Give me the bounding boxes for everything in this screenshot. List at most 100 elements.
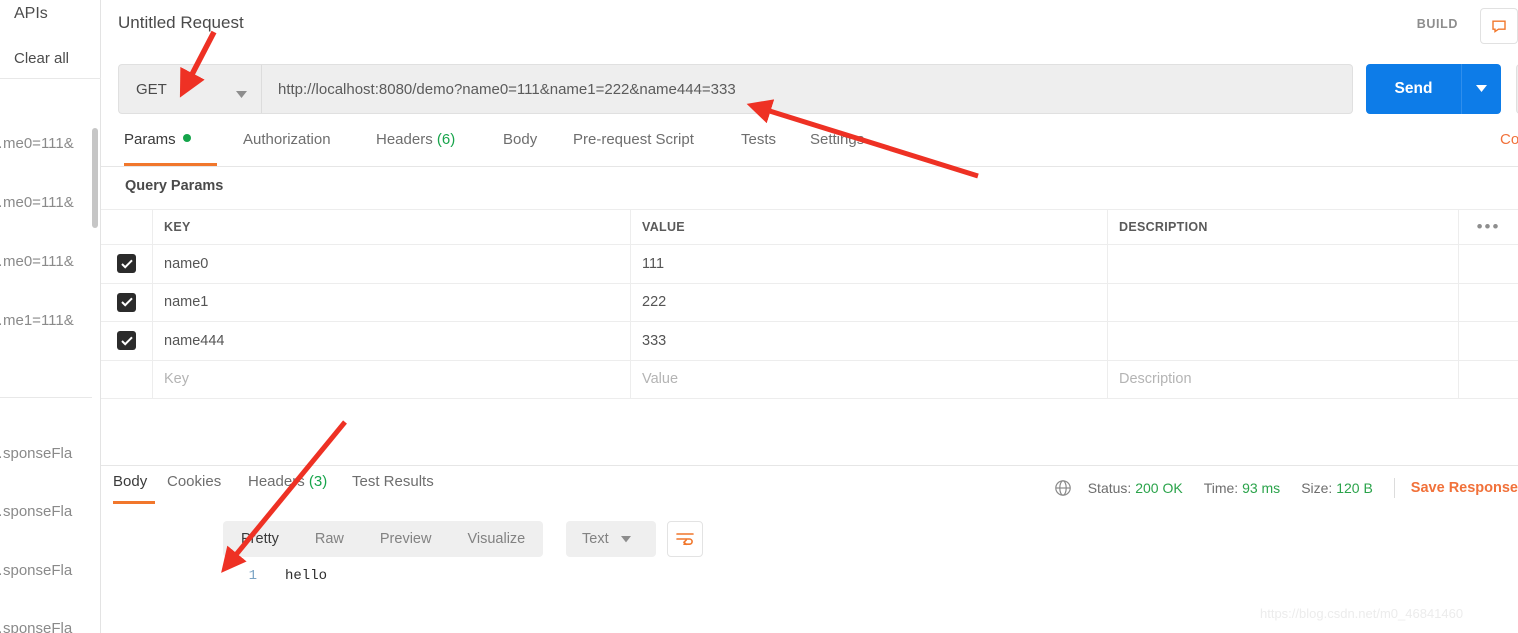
response-tab-test-results[interactable]: Test Results bbox=[352, 473, 434, 490]
new-value-input[interactable]: Value bbox=[631, 360, 1108, 398]
size-label: Size: bbox=[1301, 480, 1333, 496]
response-body-code[interactable]: 1 hello bbox=[223, 568, 1123, 584]
new-key-input[interactable]: Key bbox=[153, 360, 631, 398]
globe-icon[interactable] bbox=[1054, 479, 1072, 497]
row-checkbox-cell[interactable] bbox=[101, 245, 153, 283]
query-params-table: KEY VALUE DESCRIPTION ••• name0 111 name… bbox=[101, 209, 1518, 399]
row-key[interactable]: name0 bbox=[153, 245, 631, 283]
request-tabs: Params Authorization Headers (6) Body Pr… bbox=[118, 131, 1518, 166]
table-row: name444 333 bbox=[101, 322, 1518, 361]
row-checkbox-cell[interactable] bbox=[101, 360, 153, 398]
row-key[interactable]: name1 bbox=[153, 283, 631, 321]
row-actions bbox=[1458, 322, 1518, 360]
response-tab-cookies-label: Cookies bbox=[167, 473, 222, 490]
comment-icon[interactable] bbox=[1480, 8, 1518, 44]
row-description[interactable] bbox=[1108, 284, 1458, 322]
row-checkbox-cell[interactable] bbox=[101, 322, 153, 360]
row-key[interactable]: name444 bbox=[153, 322, 631, 360]
code-line: 1 hello bbox=[223, 568, 1123, 584]
tab-pre-request-script[interactable]: Pre-request Script bbox=[573, 131, 694, 166]
sidebar-item-label: …me0=111& bbox=[0, 134, 74, 152]
row-checkbox-cell[interactable] bbox=[101, 283, 153, 321]
response-tab-headers-count: (3) bbox=[308, 473, 328, 490]
tab-settings[interactable]: Settings bbox=[810, 131, 864, 166]
row-value[interactable]: 222 bbox=[631, 283, 1108, 321]
http-method-select[interactable]: GET bbox=[118, 64, 261, 114]
sidebar-scrollbar[interactable] bbox=[92, 128, 98, 228]
sidebar-item-label: …sponseFla bbox=[0, 619, 73, 633]
list-item[interactable]: …me0=111& bbox=[0, 182, 101, 222]
sidebar-item-label: …me0=111& bbox=[0, 193, 74, 211]
format-pretty-button[interactable]: Pretty bbox=[223, 531, 297, 547]
tab-body-label: Body bbox=[503, 131, 538, 148]
sidebar-item-label: …sponseFla bbox=[0, 561, 73, 579]
sidebar-item-label: …me1=111& bbox=[0, 311, 74, 329]
save-response-button[interactable]: Save Response bbox=[1411, 480, 1518, 496]
send-options-chevron-down-icon[interactable] bbox=[1461, 64, 1501, 114]
sidebar-apis-label[interactable]: APIs bbox=[14, 5, 48, 23]
list-item[interactable]: …me0=111& bbox=[0, 241, 101, 281]
list-item[interactable]: …me0=111& bbox=[0, 123, 101, 163]
list-item[interactable]: …sponseFla bbox=[0, 491, 101, 531]
build-mode-label: BUILD bbox=[1416, 17, 1458, 31]
response-tab-test-results-label: Test Results bbox=[352, 473, 434, 490]
tab-headers[interactable]: Headers (6) bbox=[376, 131, 455, 166]
ellipsis-icon[interactable]: ••• bbox=[1458, 210, 1518, 244]
page-title: Untitled Request bbox=[118, 13, 244, 32]
checkbox-checked-icon[interactable] bbox=[117, 292, 136, 312]
tab-body[interactable]: Body bbox=[503, 131, 537, 166]
tab-params-label: Params bbox=[124, 131, 176, 148]
checkbox-checked-icon[interactable] bbox=[117, 254, 136, 274]
row-description[interactable] bbox=[1108, 322, 1458, 360]
list-item[interactable]: …sponseFla bbox=[0, 433, 101, 473]
format-preview-button[interactable]: Preview bbox=[362, 531, 450, 547]
table-header-row: KEY VALUE DESCRIPTION ••• bbox=[101, 209, 1518, 245]
table-row: name0 111 bbox=[101, 245, 1518, 284]
chevron-down-icon bbox=[236, 86, 247, 104]
tab-tests-label: Tests bbox=[741, 131, 777, 148]
list-item[interactable]: …me1=111& bbox=[0, 300, 101, 340]
word-wrap-icon[interactable] bbox=[667, 521, 703, 557]
size-value: 120 B bbox=[1336, 480, 1373, 496]
tab-headers-label: Headers bbox=[376, 131, 433, 148]
new-description-input[interactable]: Description bbox=[1108, 361, 1458, 399]
response-type-label: Text bbox=[582, 531, 609, 547]
cookies-link[interactable]: Cookies bbox=[1500, 131, 1518, 148]
column-header-key: KEY bbox=[153, 210, 631, 244]
response-tab-headers[interactable]: Headers (3) bbox=[248, 473, 327, 490]
sidebar-group-divider bbox=[0, 397, 92, 398]
checkbox-checked-icon[interactable] bbox=[117, 331, 136, 351]
response-tab-cookies[interactable]: Cookies bbox=[167, 473, 221, 490]
sidebar-history-list: …me0=111& …me0=111& …me0=111& …me1=111& … bbox=[0, 79, 101, 633]
sidebar-item-label: …sponseFla bbox=[0, 444, 73, 462]
row-value[interactable]: 111 bbox=[631, 245, 1108, 283]
unsaved-dot-icon bbox=[182, 134, 191, 142]
tab-authorization[interactable]: Authorization bbox=[243, 131, 331, 166]
row-value[interactable]: 333 bbox=[631, 322, 1108, 360]
response-status-bar: Status: 200 OK Time: 93 ms Size: 120 B S… bbox=[1054, 477, 1518, 499]
send-button[interactable]: Send bbox=[1366, 64, 1461, 114]
row-actions bbox=[1458, 360, 1518, 398]
list-item[interactable]: …sponseFla bbox=[0, 608, 101, 633]
sidebar-clear-all-button[interactable]: Clear all bbox=[14, 50, 69, 67]
active-response-tab-indicator bbox=[113, 501, 155, 504]
sidebar-item-label: …sponseFla bbox=[0, 502, 73, 520]
sidebar: APIs Clear all …me0=111& …me0=111& …me0=… bbox=[0, 0, 101, 633]
list-item[interactable]: …sponseFla bbox=[0, 550, 101, 590]
main-panel: Untitled Request BUILD GET Send Save bbox=[101, 0, 1518, 633]
watermark: https://blog.csdn.net/m0_46841460 bbox=[1260, 606, 1464, 621]
table-empty-row: Key Value Description bbox=[101, 360, 1518, 399]
response-tab-headers-label: Headers bbox=[248, 473, 305, 490]
url-bar: GET Send Save bbox=[118, 64, 1518, 114]
tab-params[interactable]: Params bbox=[124, 131, 217, 166]
row-description[interactable] bbox=[1108, 245, 1458, 283]
tab-tests[interactable]: Tests bbox=[741, 131, 776, 166]
postman-window: APIs Clear all …me0=111& …me0=111& …me0=… bbox=[0, 0, 1518, 633]
status-badge: Status: 200 OK bbox=[1088, 480, 1183, 496]
format-visualize-button[interactable]: Visualize bbox=[449, 531, 543, 547]
line-number: 1 bbox=[248, 568, 257, 584]
response-tab-body[interactable]: Body bbox=[113, 473, 155, 504]
url-input[interactable] bbox=[261, 64, 1353, 114]
response-type-select[interactable]: Text bbox=[566, 521, 656, 557]
format-raw-button[interactable]: Raw bbox=[297, 531, 362, 547]
